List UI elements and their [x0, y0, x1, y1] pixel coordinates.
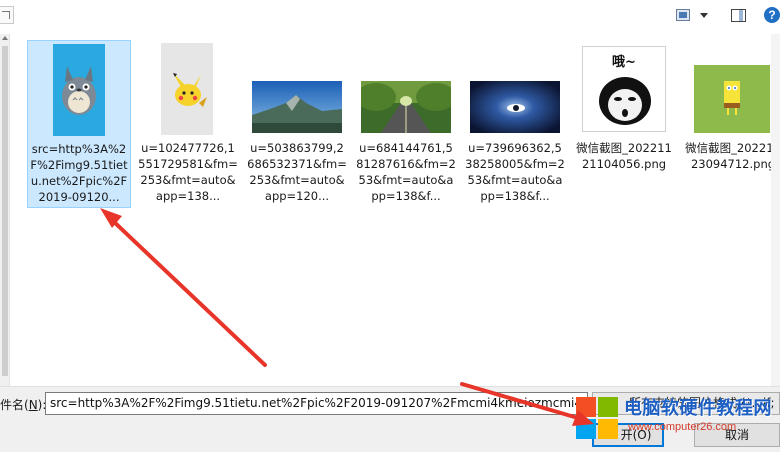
- file-item[interactable]: src=http%3A%2F%2Fimg9.51tietu.net%2Fpic%…: [27, 40, 131, 208]
- file-name: u=684144761,581287616&fm=253&fmt=auto&ap…: [356, 141, 456, 203]
- windows-logo-icon: [576, 397, 618, 439]
- change-view-icon[interactable]: [676, 9, 690, 21]
- site-watermark: 电脑软硬件教程网 www.computer26.com: [572, 390, 780, 446]
- help-icon[interactable]: ?: [764, 7, 780, 23]
- file-item[interactable]: u=102477726,1551729581&fm=253&fmt=auto&a…: [136, 40, 240, 208]
- file-thumbnail: [470, 81, 560, 133]
- file-name: u=503863799,2686532371&fm=253&fmt=auto&a…: [247, 141, 347, 203]
- file-name: 微信截图_20221121104056.png: [576, 141, 672, 171]
- preview-pane-icon[interactable]: [731, 9, 746, 22]
- chevron-down-icon[interactable]: [700, 13, 708, 18]
- filename-label: 件名(N):: [0, 398, 47, 412]
- file-item[interactable]: u=684144761,581287616&fm=253&fmt=auto&ap…: [354, 40, 458, 208]
- watermark-url: www.computer26.com: [628, 421, 737, 433]
- file-name: 微信截图_20221123094712.png: [685, 141, 780, 171]
- scrollbar-thumb[interactable]: [2, 46, 8, 376]
- filename-input[interactable]: src=http%3A%2F%2Fimg9.51tietu.net%2Fpic%…: [45, 392, 588, 415]
- file-item[interactable]: 哦~ 微信截图_20221121104056.png: [572, 40, 676, 208]
- file-thumbnail: 哦~: [582, 46, 666, 132]
- file-thumbnail: [694, 65, 770, 133]
- file-list-scrollbar[interactable]: [771, 34, 780, 386]
- back-button[interactable]: [0, 6, 14, 24]
- file-thumbnail: [361, 81, 451, 133]
- file-name: u=739696362,538258005&fm=253&fmt=auto&ap…: [465, 141, 565, 203]
- nav-pane-scrollbar[interactable]: [0, 34, 10, 386]
- file-item[interactable]: u=739696362,538258005&fm=253&fmt=auto&ap…: [463, 40, 567, 208]
- file-item[interactable]: u=503863799,2686532371&fm=253&fmt=auto&a…: [245, 40, 349, 208]
- file-list: src=http%3A%2F%2Fimg9.51tietu.net%2Fpic%…: [10, 34, 780, 386]
- file-thumbnail: [53, 44, 105, 136]
- watermark-title: 电脑软硬件教程网: [624, 398, 772, 419]
- file-thumbnail: [252, 81, 342, 133]
- file-name: u=102477726,1551729581&fm=253&fmt=auto&a…: [138, 141, 238, 203]
- file-thumbnail: [161, 43, 213, 135]
- chevron-icon: [2, 11, 10, 19]
- file-name: src=http%3A%2F%2Fimg9.51tietu.net%2Fpic%…: [30, 142, 128, 204]
- scroll-up-icon[interactable]: [2, 36, 8, 40]
- dialog-toolbar: ?: [0, 0, 780, 34]
- file-item[interactable]: 微信截图_20221123094712.png: [681, 40, 780, 208]
